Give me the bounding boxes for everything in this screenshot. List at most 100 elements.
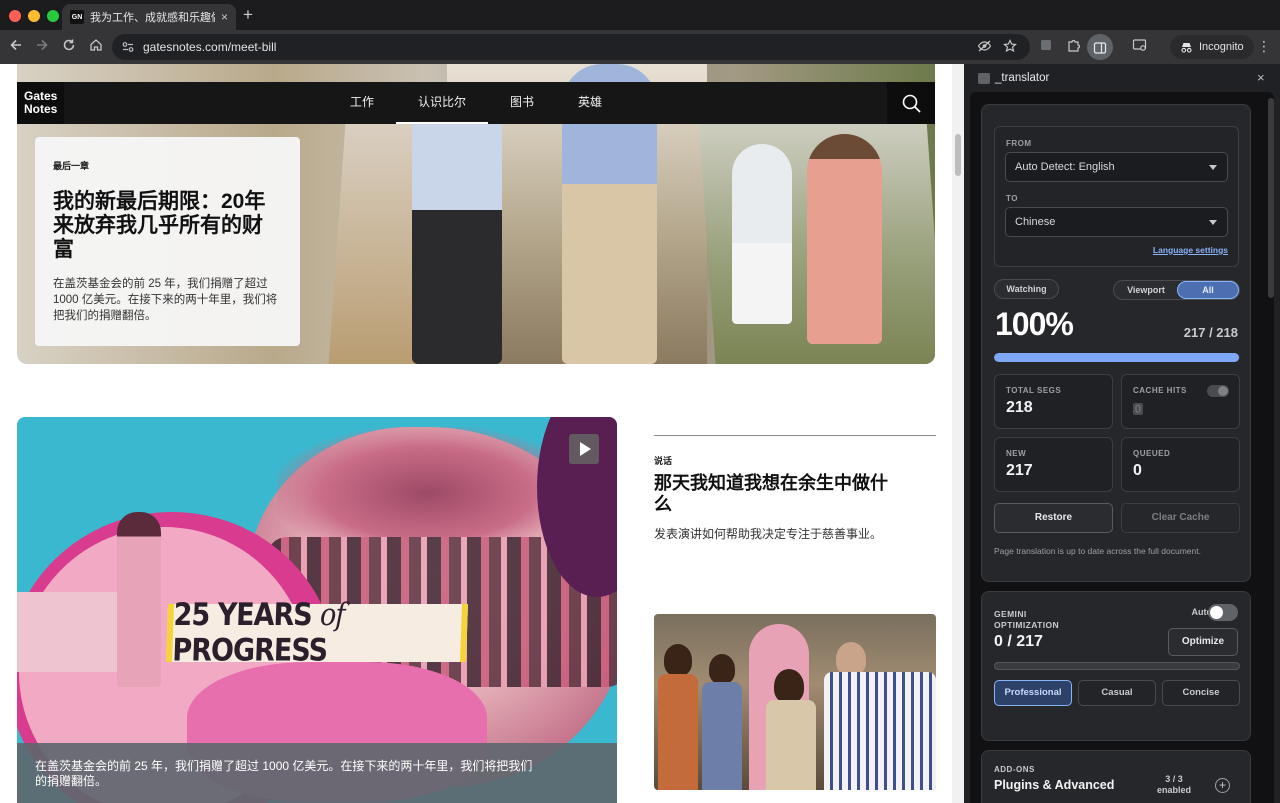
translation-percent: 100% xyxy=(995,306,1074,342)
puzzle-icon[interactable] xyxy=(1065,38,1081,54)
new-tab-button[interactable]: + xyxy=(243,5,253,25)
site-search-button[interactable] xyxy=(887,82,935,124)
to-language-select[interactable]: Chinese xyxy=(1005,207,1228,237)
hero-title[interactable]: 我的新最后期限：20年来放弃我几乎所有的财富 xyxy=(53,190,282,262)
window-minimize-button[interactable] xyxy=(28,10,40,22)
nav-item-meet-bill[interactable]: 认识比尔 xyxy=(395,82,488,124)
photo-person xyxy=(766,700,816,790)
side-story-kicker: 说话 xyxy=(654,456,673,466)
scope-viewport-button[interactable]: Viewport xyxy=(1116,281,1176,299)
video-thumbnail[interactable]: 25 YEARS of PROGRESS 在盖茨基金会的前 25 年，我们捐赠了… xyxy=(17,417,617,803)
panel-title: _translator xyxy=(995,72,1050,84)
photo-person xyxy=(824,672,936,790)
mode-concise-button[interactable]: Concise xyxy=(1162,680,1240,706)
incognito-badge[interactable]: Incognito xyxy=(1170,35,1254,59)
gemini-title: GEMINI OPTIMIZATION xyxy=(994,609,1060,630)
add-plugin-icon[interactable]: + xyxy=(1215,778,1230,793)
stat-new: NEW 217 xyxy=(994,437,1113,492)
addons-label: ADD-ONS xyxy=(994,765,1035,774)
browser-toolbar: gatesnotes.com/meet-bill Incognito ⋮ xyxy=(0,30,1280,64)
tab-close-icon[interactable]: × xyxy=(221,10,228,24)
translation-card: FROM Auto Detect: English TO Chinese Lan… xyxy=(981,104,1251,582)
video-figure xyxy=(117,512,161,687)
eye-off-icon[interactable] xyxy=(977,39,992,56)
stat-label: TOTAL SEGS xyxy=(1006,386,1062,395)
status-text: Page translation is up to date across th… xyxy=(994,546,1201,556)
web-page: Gates Notes 工作 认识比尔 图书 英雄 最后一章 我的新最后期限：2… xyxy=(0,64,952,803)
incognito-icon xyxy=(1181,42,1192,53)
side-story[interactable]: 说话 那天我知道我想在余生中做什么 发表演讲如何帮助我决定专注于慈善事业。 xyxy=(654,435,936,542)
panel-body: FROM Auto Detect: English TO Chinese Lan… xyxy=(970,92,1274,803)
search-icon xyxy=(902,94,921,113)
side-story-photo[interactable] xyxy=(654,614,936,790)
tab-favicon-icon: GN xyxy=(70,10,84,24)
incognito-label: Incognito xyxy=(1199,41,1244,53)
language-box: FROM Auto Detect: English TO Chinese Lan… xyxy=(994,126,1239,267)
close-icon[interactable]: × xyxy=(1257,70,1265,85)
mode-professional-button[interactable]: Professional xyxy=(994,680,1072,706)
hero-story-card[interactable]: 最后一章 我的新最后期限：20年来放弃我几乎所有的财富 在盖茨基金会的前 25 … xyxy=(35,137,300,346)
panel-scrollbar[interactable] xyxy=(1268,98,1274,298)
scope-toggle: Viewport All xyxy=(1113,280,1240,300)
from-language-select[interactable]: Auto Detect: English xyxy=(1005,152,1228,182)
language-settings-link[interactable]: Language settings xyxy=(1153,245,1228,255)
nav-links: 工作 认识比尔 图书 英雄 xyxy=(17,82,935,124)
url-text[interactable]: gatesnotes.com/meet-bill xyxy=(143,40,276,54)
nav-item-work[interactable]: 工作 xyxy=(328,82,396,124)
translation-progress-fill xyxy=(994,353,1239,362)
video-title-text: 25 YEARS of PROGRESS xyxy=(172,597,462,668)
stat-value: 217 xyxy=(1006,462,1033,479)
stat-cache-hits: CACHE HITS 0 xyxy=(1121,374,1240,429)
scope-all-button[interactable]: All xyxy=(1177,281,1239,299)
hero-kicker: 最后一章 xyxy=(53,161,90,171)
stat-queued: QUEUED 0 xyxy=(1121,437,1240,492)
extension-icon[interactable] xyxy=(1038,38,1054,54)
auto-toggle[interactable] xyxy=(1208,604,1238,621)
forward-icon[interactable] xyxy=(33,38,51,55)
hero-person xyxy=(732,144,792,324)
window-close-button[interactable] xyxy=(9,10,21,22)
photo-person xyxy=(702,682,742,790)
page-scrollbar[interactable] xyxy=(952,64,964,803)
page-scrollbar-thumb[interactable] xyxy=(955,134,961,176)
reload-icon[interactable] xyxy=(60,38,78,55)
watching-button[interactable]: Watching xyxy=(994,279,1059,299)
address-bar[interactable]: gatesnotes.com/meet-bill xyxy=(112,34,1030,60)
stat-label: CACHE HITS xyxy=(1133,386,1187,395)
side-story-title[interactable]: 那天我知道我想在余生中做什么 xyxy=(654,473,894,515)
nav-item-heroes[interactable]: 英雄 xyxy=(556,82,624,124)
addons-count-value: 3 / 3 xyxy=(1165,774,1183,784)
stat-value: 218 xyxy=(1006,399,1033,416)
side-panel-icon[interactable] xyxy=(1087,34,1113,60)
divider xyxy=(654,435,936,436)
nav-item-books[interactable]: 图书 xyxy=(488,82,556,124)
cache-toggle[interactable] xyxy=(1207,385,1229,397)
restore-button[interactable]: Restore xyxy=(994,503,1113,533)
clear-cache-button[interactable]: Clear Cache xyxy=(1121,503,1240,533)
addons-card: ADD-ONS Plugins & Advanced 3 / 3 enabled… xyxy=(981,750,1251,803)
cast-icon[interactable] xyxy=(1131,38,1147,54)
menu-icon[interactable]: ⋮ xyxy=(1257,38,1271,55)
back-icon[interactable] xyxy=(7,38,25,55)
site-info-icon[interactable] xyxy=(121,40,135,54)
translator-side-panel: _translator × FROM Auto Detect: English … xyxy=(964,64,1280,803)
play-icon[interactable] xyxy=(569,434,599,464)
gemini-progress-bar xyxy=(994,662,1240,670)
optimize-button[interactable]: Optimize xyxy=(1168,628,1238,656)
photo-person xyxy=(658,674,698,790)
banner-text: of xyxy=(319,597,346,633)
stat-label: QUEUED xyxy=(1133,449,1171,458)
browser-tab[interactable]: GN 我为工作、成就感和乐趣做什么 × xyxy=(62,4,236,30)
mode-casual-button[interactable]: Casual xyxy=(1078,680,1156,706)
stat-value: 0 xyxy=(1133,402,1143,416)
site-navbar: Gates Notes 工作 认识比尔 图书 英雄 xyxy=(17,82,935,124)
star-icon[interactable] xyxy=(1003,39,1017,56)
home-icon[interactable] xyxy=(87,38,105,55)
tab-strip: GN 我为工作、成就感和乐趣做什么 × + xyxy=(0,0,1280,30)
addons-title[interactable]: Plugins & Advanced xyxy=(994,778,1114,792)
photo-person xyxy=(774,669,804,703)
window-zoom-button[interactable] xyxy=(47,10,59,22)
video-tree xyxy=(277,427,577,537)
stat-value: 0 xyxy=(1133,462,1142,479)
addons-count: 3 / 3 enabled xyxy=(1157,774,1191,796)
